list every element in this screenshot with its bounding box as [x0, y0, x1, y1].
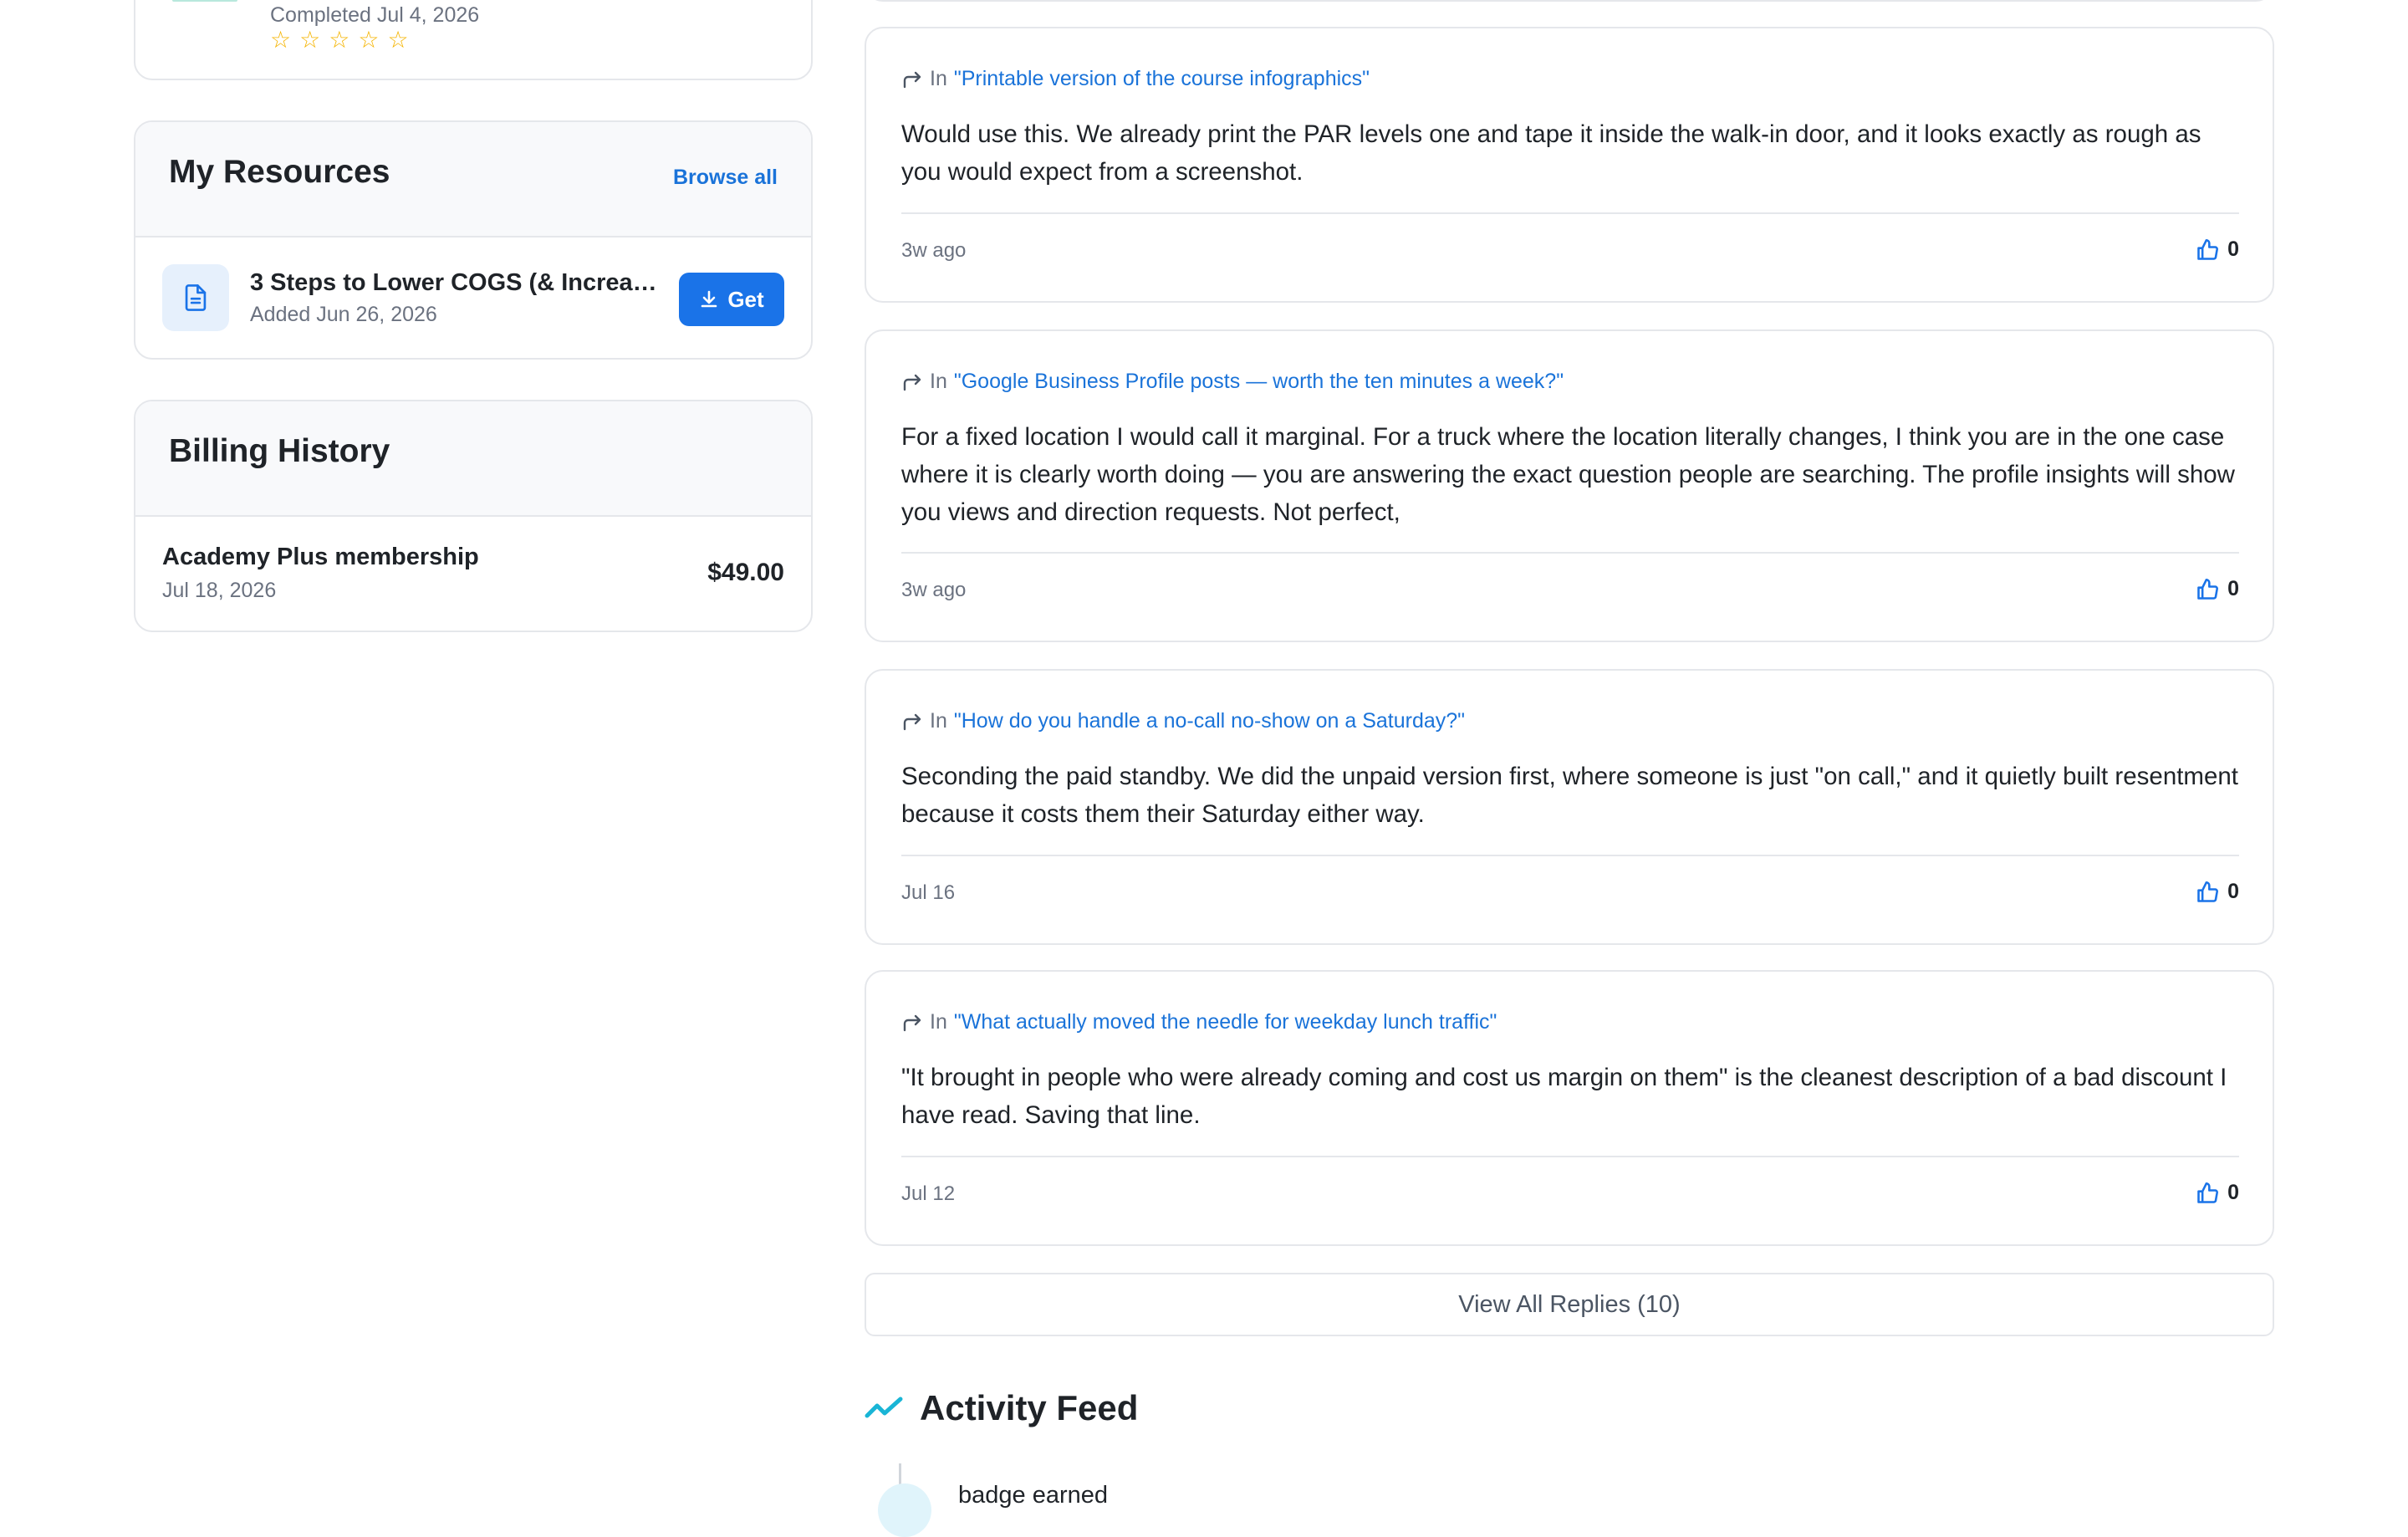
- reply-in-label: In: [930, 709, 947, 733]
- resource-title: 3 Steps to Lower COGS (& Increase Profit…: [250, 269, 660, 296]
- card-title: Billing History: [169, 433, 390, 469]
- reply-arrow-icon: [903, 713, 921, 730]
- card-title: My Resources: [169, 154, 390, 190]
- course-thumbnail: [172, 0, 237, 2]
- divider: [901, 1156, 2239, 1157]
- thread-link[interactable]: "Google Business Profile posts — worth t…: [954, 370, 1564, 394]
- like-count: 0: [2227, 237, 2239, 261]
- thumbs-up-icon: [2197, 881, 2219, 902]
- card-header: Billing History: [135, 401, 811, 517]
- reply-in-label: In: [930, 67, 947, 90]
- reply-body: Would use this. We already print the PAR…: [901, 120, 2201, 186]
- billing-item-amount: $49.00: [707, 559, 784, 586]
- like-button[interactable]: 0: [2196, 577, 2239, 601]
- badge-icon: [878, 1483, 931, 1537]
- reply-time: Jul 12: [901, 1182, 956, 1205]
- reply-card: In "How do you handle a no-call no-show …: [865, 669, 2274, 945]
- card-header: My Resources Browse all: [135, 122, 811, 237]
- like-button[interactable]: 0: [2196, 880, 2239, 904]
- course-completed-date: Completed Jul 4, 2026: [270, 3, 480, 27]
- reply-body: For a fixed location I would call it mar…: [901, 423, 2235, 526]
- previous-reply-card: [865, 0, 2274, 2]
- reply-arrow-icon: [903, 1014, 921, 1031]
- reply-context: In "What actually moved the needle for w…: [901, 1010, 1497, 1034]
- reply-arrow-icon: [903, 374, 921, 391]
- course-card: Completed Jul 4, 2026 ☆ ☆ ☆ ☆ ☆: [134, 0, 813, 80]
- reply-body: "It brought in people who were already c…: [901, 1064, 2227, 1129]
- thumbs-up-icon: [2197, 578, 2219, 600]
- reply-card: In "Printable version of the course info…: [865, 27, 2274, 303]
- like-count: 0: [2227, 577, 2239, 600]
- thumbs-up-icon: [2197, 238, 2219, 260]
- thumbs-up-icon: [2197, 1182, 2219, 1203]
- billing-history-card: Billing History Academy Plus membership …: [134, 400, 813, 632]
- star-icon[interactable]: ☆: [299, 28, 320, 52]
- reply-context: In "Printable version of the course info…: [901, 67, 1370, 91]
- like-count: 0: [2227, 1181, 2239, 1204]
- reply-card: In "What actually moved the needle for w…: [865, 970, 2274, 1246]
- rating-stars[interactable]: ☆ ☆ ☆ ☆ ☆: [270, 28, 409, 52]
- reply-arrow-icon: [903, 71, 921, 88]
- activity-feed-header: Activity Feed: [865, 1388, 1138, 1428]
- thread-link[interactable]: "How do you handle a no-call no-show on …: [954, 709, 1465, 733]
- like-button[interactable]: 0: [2196, 1181, 2239, 1205]
- reply-time: 3w ago: [901, 239, 967, 262]
- star-icon[interactable]: ☆: [387, 28, 408, 52]
- view-all-replies-button[interactable]: View All Replies (10): [865, 1273, 2274, 1336]
- thread-link[interactable]: "What actually moved the needle for week…: [954, 1010, 1497, 1034]
- star-icon[interactable]: ☆: [270, 28, 291, 52]
- resource-item: 3 Steps to Lower COGS (& Increase Profit…: [135, 237, 811, 358]
- activity-feed-title: Activity Feed: [920, 1388, 1139, 1427]
- billing-item-title: Academy Plus membership: [162, 544, 479, 570]
- star-icon[interactable]: ☆: [329, 28, 349, 52]
- billing-item-date: Jul 18, 2026: [162, 579, 277, 602]
- reply-card: In "Google Business Profile posts — wort…: [865, 329, 2274, 642]
- activity-trend-icon: [865, 1397, 903, 1418]
- document-icon: [162, 264, 229, 331]
- browse-all-link[interactable]: Browse all: [673, 166, 778, 190]
- resource-added-date: Added Jun 26, 2026: [250, 303, 437, 326]
- reply-time: 3w ago: [901, 579, 967, 601]
- reply-context: In "Google Business Profile posts — wort…: [901, 370, 1564, 394]
- divider: [901, 212, 2239, 214]
- activity-item-label: badge earned: [958, 1482, 1108, 1509]
- reply-time: Jul 16: [901, 881, 956, 904]
- get-button-label: Get: [727, 286, 764, 312]
- thread-link[interactable]: "Printable version of the course infogra…: [954, 67, 1370, 91]
- my-resources-card: My Resources Browse all 3 Steps to Lower…: [134, 120, 813, 360]
- reply-context: In "How do you handle a no-call no-show …: [901, 709, 1465, 733]
- download-icon: [701, 290, 717, 308]
- like-count: 0: [2227, 880, 2239, 903]
- billing-row: Academy Plus membership Jul 18, 2026 $49…: [135, 517, 811, 631]
- reply-in-label: In: [930, 1010, 947, 1034]
- like-button[interactable]: 0: [2196, 237, 2239, 262]
- reply-body: Seconding the paid standby. We did the u…: [901, 763, 2239, 828]
- divider: [901, 552, 2239, 554]
- star-icon[interactable]: ☆: [358, 28, 379, 52]
- reply-in-label: In: [930, 370, 947, 393]
- divider: [901, 855, 2239, 856]
- get-button[interactable]: Get: [679, 273, 784, 326]
